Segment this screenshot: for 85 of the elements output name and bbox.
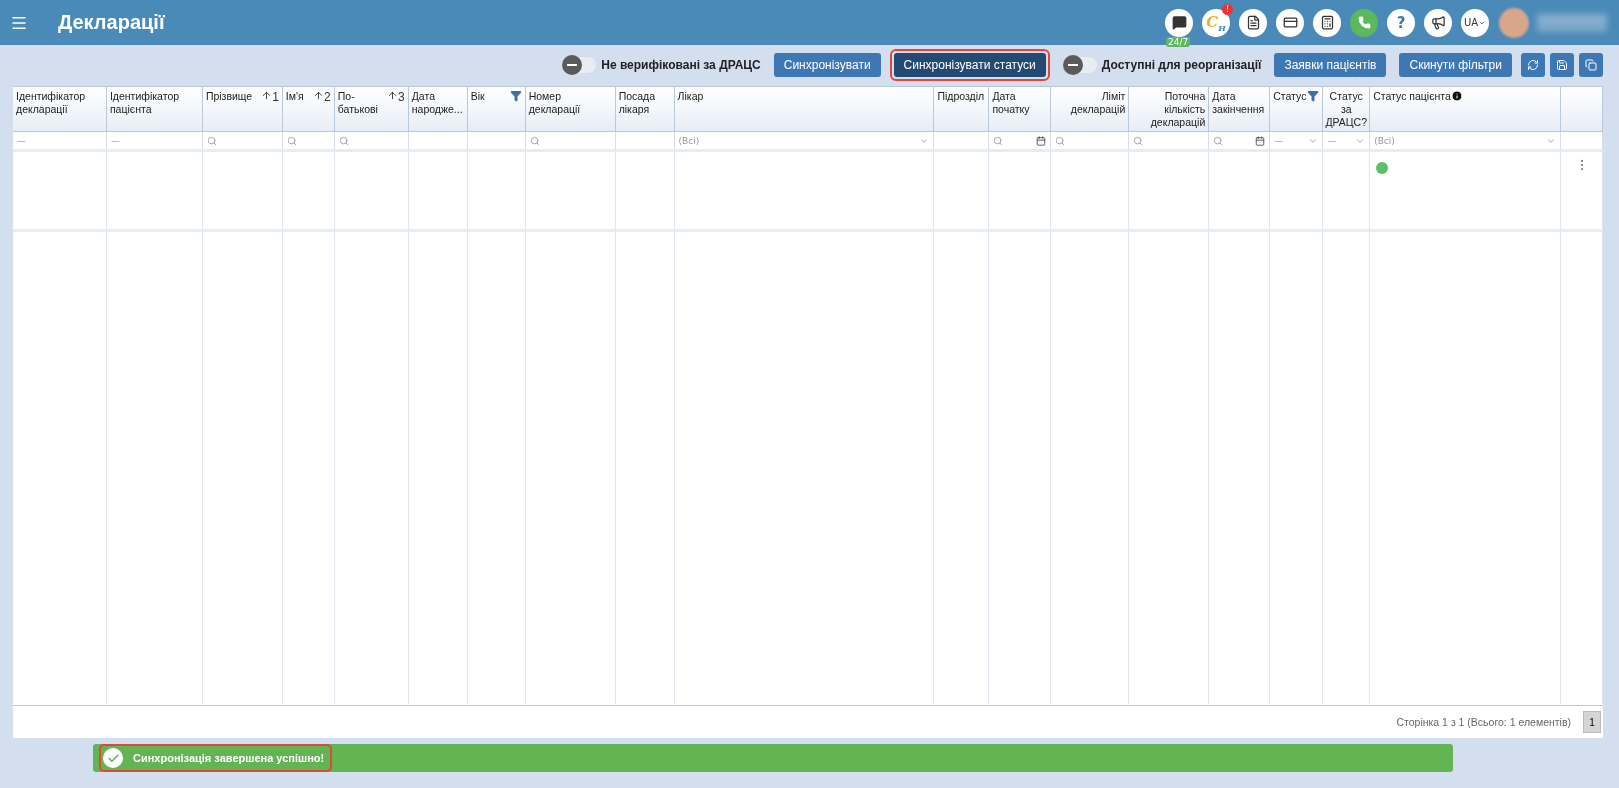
search-icon: [993, 135, 1004, 146]
toast-message: Синхронізація завершена успішно!: [133, 752, 325, 764]
column-header[interactable]: Номер декларації: [525, 86, 616, 132]
calendar-icon[interactable]: [1036, 135, 1047, 146]
filter-cell[interactable]: [334, 132, 409, 152]
refresh-button[interactable]: [1521, 53, 1545, 77]
search-icon: [529, 135, 540, 146]
avatar[interactable]: [1499, 7, 1529, 38]
toolbar-button[interactable]: Скинути фільтри: [1399, 53, 1512, 77]
filter-cell[interactable]: [989, 132, 1052, 152]
filter-cell[interactable]: [615, 132, 675, 152]
search-icon: [1133, 135, 1144, 146]
toolbar-button[interactable]: Заявки пацієнтів: [1274, 53, 1387, 77]
column-header[interactable]: Статус пацієнта: [1370, 86, 1562, 132]
calculator-button[interactable]: [1313, 8, 1341, 37]
sort-indicator: 3: [387, 90, 405, 128]
filter-cell[interactable]: [934, 132, 990, 152]
filter-cell[interactable]: [202, 132, 283, 152]
filter-cell[interactable]: [282, 132, 335, 152]
chat-badge: 24/7: [1166, 36, 1191, 47]
filter-cell[interactable]: [1051, 132, 1130, 152]
announcements-button[interactable]: [1424, 8, 1452, 37]
phone-icon: [1357, 16, 1371, 29]
save-icon: [1556, 59, 1568, 71]
column-header[interactable]: Ідентифікатор пацієнта: [106, 86, 203, 132]
filter-icon[interactable]: [509, 90, 522, 102]
filter-cell[interactable]: [467, 132, 526, 152]
phone-button[interactable]: [1350, 8, 1378, 37]
card-icon: [1282, 15, 1298, 30]
column-header[interactable]: Дата закінчення: [1209, 86, 1271, 132]
toggle-switch[interactable]: [1062, 57, 1097, 73]
search-icon: [338, 135, 349, 146]
sort-indicator: 2: [313, 90, 331, 128]
column-header[interactable]: Прізвище 1: [202, 86, 283, 132]
column-header[interactable]: Підрозділ: [934, 86, 990, 132]
column-header[interactable]: Ліміт декларацій: [1051, 86, 1130, 132]
column-header[interactable]: Статус: [1270, 86, 1324, 132]
toolbar-button[interactable]: Синхронізувати статуси: [893, 53, 1046, 77]
column-header[interactable]: Дата народже...: [408, 86, 468, 132]
pdf-button[interactable]: [1239, 8, 1267, 37]
search-icon: [286, 135, 297, 146]
calculator-icon: [1319, 15, 1335, 30]
user-name-blurred: [1537, 13, 1607, 32]
column-header[interactable]: [1561, 86, 1604, 132]
help-button[interactable]: ?: [1387, 8, 1415, 37]
sort-indicator: 1: [261, 90, 279, 128]
search-icon: [206, 135, 217, 146]
filter-cell[interactable]: [525, 132, 616, 152]
column-header[interactable]: Ім'я 2: [282, 86, 335, 132]
pager-summary: Сторінка 1 з 1 (Всього: 1 елементів): [1396, 716, 1571, 728]
chat-button[interactable]: [1165, 8, 1193, 37]
page-button[interactable]: 1: [1583, 711, 1601, 733]
filter-cell[interactable]: [1561, 132, 1604, 152]
language-button[interactable]: UA: [1461, 8, 1489, 37]
filter-cell[interactable]: [408, 132, 468, 152]
column-header[interactable]: Статус за ДРАЦС?: [1323, 86, 1371, 132]
copy-icon: [1585, 59, 1597, 71]
filter-icon[interactable]: [1307, 90, 1320, 102]
filter-cell[interactable]: [1209, 132, 1271, 152]
column-header[interactable]: Поточна кількість декларацій: [1129, 86, 1210, 132]
toggle-label: Не верифіковані за ДРАЦС: [601, 58, 761, 72]
column-header[interactable]: Вік: [467, 86, 526, 132]
column-header[interactable]: Ідентифікатор декларації: [13, 86, 107, 132]
column-header[interactable]: Лікар: [674, 86, 935, 132]
refresh-icon: [1527, 59, 1539, 71]
toggle-switch[interactable]: [562, 57, 597, 73]
search-icon: [1055, 135, 1066, 146]
megaphone-icon: [1430, 15, 1446, 30]
save-button[interactable]: [1550, 53, 1574, 77]
search-icon: [1213, 135, 1224, 146]
toggle-label: Доступні для реорганізації: [1101, 58, 1262, 72]
card-button[interactable]: [1276, 8, 1304, 37]
column-header[interactable]: Посада лікаря: [615, 86, 675, 132]
check-icon: [103, 748, 123, 768]
column-header[interactable]: Дата початку: [989, 86, 1052, 132]
document-icon: [1245, 15, 1261, 30]
copy-button[interactable]: [1579, 53, 1603, 77]
column-header[interactable]: По-батькові 3: [334, 86, 409, 132]
chat-icon: [1171, 15, 1187, 30]
alert-badge: !: [1222, 3, 1233, 15]
status-dot: [1376, 162, 1389, 174]
filter-cell[interactable]: [1129, 132, 1210, 152]
calendar-icon[interactable]: [1255, 135, 1266, 146]
page-title: Декларації: [58, 11, 166, 34]
toolbar-button[interactable]: Синхронізувати: [773, 53, 881, 77]
